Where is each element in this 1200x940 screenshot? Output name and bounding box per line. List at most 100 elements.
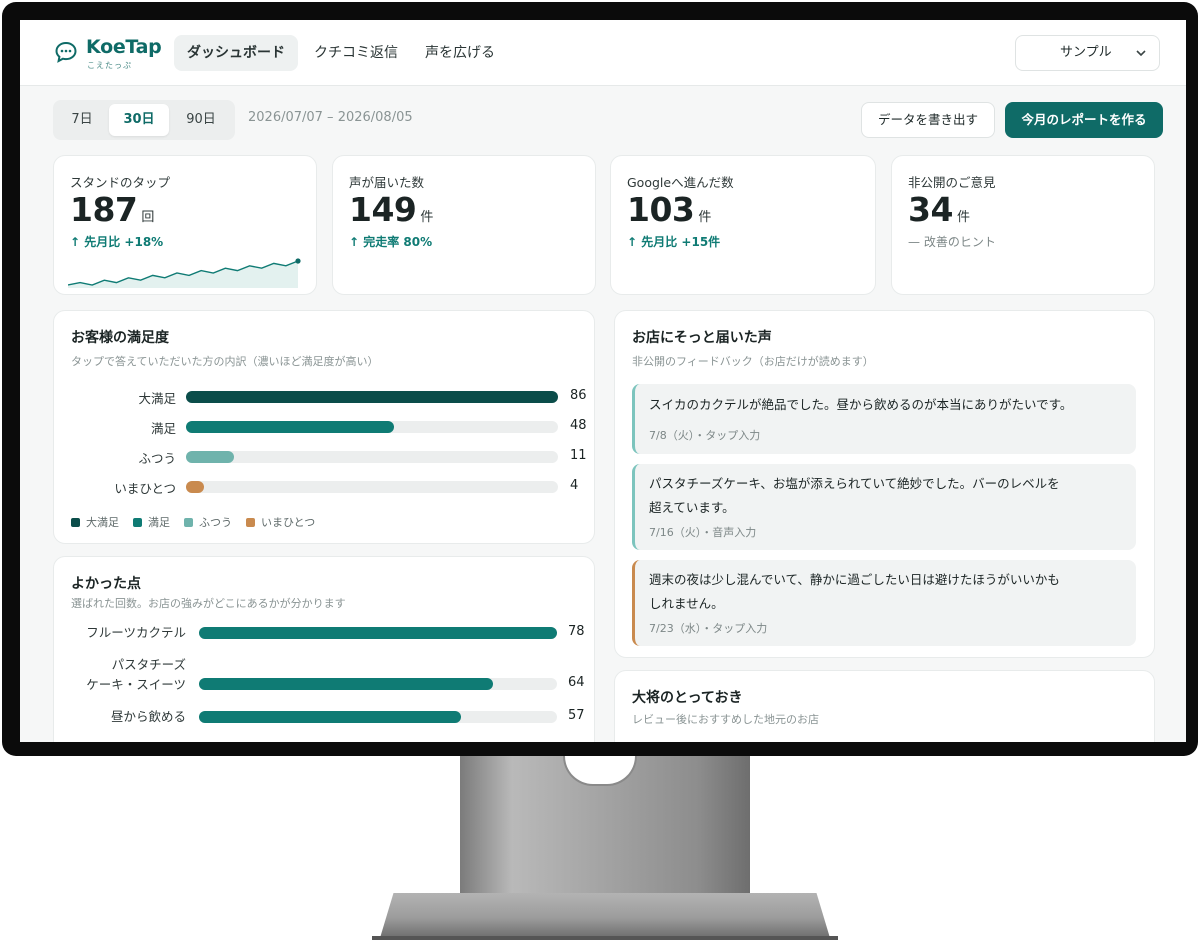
legend-swatch — [71, 518, 80, 527]
bar-track — [199, 627, 557, 639]
card-subtitle: タップで答えていただいた方の内訳（濃いほど満足度が高い） — [71, 355, 379, 368]
satisfaction-legend: 大満足 満足 ふつう いまひとつ — [71, 514, 329, 530]
bar-value: 64 — [568, 675, 585, 690]
bar-value: 4 — [570, 478, 579, 493]
bar-label: 満足 — [150, 421, 176, 436]
monitor-stand-base — [380, 893, 830, 938]
satisfaction-row: いまひとつ 4 — [54, 477, 614, 497]
bar-track — [186, 481, 558, 493]
satisfaction-row: ふつう 11 — [54, 447, 614, 467]
feedback-meta: 7/23（水）・タップ入力 — [649, 622, 768, 635]
feedback-text: スイカのカクテルが絶品でした。昼から飲めるのが本当にありがたいです。 — [649, 397, 1073, 412]
bar-label: フルーツカクテル — [86, 623, 186, 643]
bar-label-line: ケーキ・スイーツ — [86, 677, 186, 692]
bar-value: 78 — [568, 624, 585, 639]
bar-track — [186, 391, 558, 403]
bar-fill — [186, 421, 394, 433]
private-feedback-card: お店にそっと届いた声 非公開のフィードバック（お店だけが読めます） スイカのカク… — [614, 310, 1155, 658]
bar-track — [186, 421, 558, 433]
satisfaction-card: お客様の満足度 タップで答えていただいた方の内訳（濃いほど満足度が高い） 大満足… — [53, 310, 595, 544]
bar-label-line: パスタチーズ — [111, 657, 186, 672]
kpi-card-voices[interactable]: 声が届いた数 149 件 ↑ 完走率 80% — [332, 155, 596, 295]
bar-value: 57 — [568, 708, 585, 723]
bar-label: 大満足 — [138, 391, 176, 406]
bar-track — [199, 711, 557, 723]
kpi-value: 149 件 — [349, 190, 434, 229]
bar-label: ふつう — [138, 451, 176, 466]
period-90d-button[interactable]: 90日 — [171, 104, 231, 136]
bar-label: パスタチーズケーキ・スイーツ — [86, 655, 186, 695]
kpi-label: 非公開のご意見 — [908, 175, 996, 190]
legend-item: ふつう — [184, 514, 232, 530]
legend-swatch — [246, 518, 255, 527]
kpi-label: スタンドのタップ — [70, 175, 171, 190]
bar-value: 11 — [570, 448, 587, 463]
kpi-card-private[interactable]: 非公開のご意見 34 件 — 改善のヒント — [891, 155, 1155, 295]
taps-sparkline — [68, 258, 301, 288]
bar-label: いまひとつ — [114, 481, 176, 496]
good-points-card: よかった点 選ばれた回数。お店の強みがどこにあるかが分かります フルーツカクテル… — [53, 556, 595, 742]
card-subtitle: 選ばれた回数。お店の強みがどこにあるかが分かります — [71, 597, 346, 610]
kpi-delta: ↑ 完走率 80% — [349, 235, 433, 249]
speech-bubble-logo-icon — [55, 41, 77, 63]
legend-label: 満足 — [148, 516, 170, 529]
card-subtitle: レビュー後におすすめした地元のお店 — [632, 713, 819, 726]
bar-label-line: フルーツカクテル — [86, 625, 186, 640]
legend-swatch — [184, 518, 193, 527]
bar-value: 86 — [570, 388, 587, 403]
date-range-text: 2026/07/07 – 2026/08/05 — [248, 110, 413, 125]
sparkline-last-point — [295, 258, 301, 264]
feedback-item[interactable]: スイカのカクテルが絶品でした。昼から飲めるのが本当にありがたいです。 7/8（火… — [632, 384, 1136, 454]
app-logo-name[interactable]: KoeTap — [86, 36, 162, 58]
card-title: 大将のとっておき — [632, 690, 743, 706]
bar-track — [186, 451, 558, 463]
legend-label: ふつう — [199, 516, 232, 529]
bar-label-line: 昼から飲める — [110, 709, 186, 724]
feedback-meta: 7/8（火）・タップ入力 — [649, 429, 761, 442]
card-title: お客様の満足度 — [71, 330, 169, 346]
app-screen: KoeTap こえたっぷ ダッシュボード クチコミ返信 声を広げる サンプル 7… — [20, 20, 1186, 742]
kpi-label: 声が届いた数 — [349, 175, 425, 190]
legend-swatch — [133, 518, 142, 527]
kpi-card-taps[interactable]: スタンドのタップ 187 回 ↑ 先月比 +18% — [53, 155, 317, 295]
satisfaction-row: 大満足 86 — [54, 387, 614, 407]
top-header: KoeTap こえたっぷ ダッシュボード クチコミ返信 声を広げる サンプル — [20, 20, 1186, 86]
kpi-value: 187 回 — [70, 190, 155, 229]
card-subtitle: 非公開のフィードバック（お店だけが読めます） — [632, 355, 874, 368]
recommend-card: 大将のとっておき レビュー後におすすめした地元のお店 — [614, 670, 1155, 742]
legend-label: いまひとつ — [261, 516, 316, 529]
monitor-stand-shadow — [372, 936, 838, 940]
satisfaction-row: 満足 48 — [54, 417, 614, 437]
tab-review-reply[interactable]: クチコミ返信 — [301, 35, 411, 71]
kpi-value: 34 件 — [908, 190, 970, 229]
chevron-down-icon — [1136, 50, 1146, 57]
app-logo-subtitle: こえたっぷ — [87, 61, 132, 70]
bar-track — [199, 678, 557, 690]
kpi-delta: — 改善のヒント — [908, 235, 996, 249]
tab-spread-voice[interactable]: 声を広げる — [412, 35, 508, 71]
kpi-value: 103 件 — [627, 190, 712, 229]
feedback-item[interactable]: パスタチーズケーキ、お塩が添えられていて絶妙でした。バーのレベルを超えています。… — [632, 464, 1136, 550]
kpi-delta: ↑ 先月比 +18% — [70, 235, 164, 249]
bar-fill — [186, 481, 204, 493]
legend-item: いまひとつ — [246, 514, 315, 530]
create-report-button[interactable]: 今月のレポートを作る — [1005, 102, 1163, 138]
feedback-item[interactable]: 週末の夜は少し混んでいて、静かに過ごしたい日は避けたほうがいいかもしれません。 … — [632, 560, 1136, 646]
card-title: お店にそっと届いた声 — [632, 330, 772, 346]
period-7d-button[interactable]: 7日 — [57, 104, 107, 136]
kpi-delta: ↑ 先月比 +15件 — [627, 235, 721, 249]
period-30d-button[interactable]: 30日 — [109, 104, 169, 136]
tab-dashboard[interactable]: ダッシュボード — [174, 35, 298, 71]
bar-fill — [199, 678, 493, 690]
export-data-button[interactable]: データを書き出す — [861, 102, 995, 138]
feedback-text: 週末の夜は少し混んでいて、静かに過ごしたい日は避けたほうがいいかもしれません。 — [649, 572, 1060, 611]
legend-item: 満足 — [133, 514, 170, 530]
kpi-card-google[interactable]: Googleへ進んだ数 103 件 ↑ 先月比 +15件 — [610, 155, 876, 295]
bar-label: 昼から飲める — [111, 707, 186, 727]
kpi-label: Googleへ進んだ数 — [627, 175, 734, 190]
card-title: よかった点 — [71, 576, 141, 592]
legend-item: 大満足 — [71, 514, 119, 530]
bar-fill — [186, 451, 234, 463]
store-select-value: サンプル — [1060, 45, 1112, 60]
store-select[interactable]: サンプル — [1015, 35, 1160, 71]
